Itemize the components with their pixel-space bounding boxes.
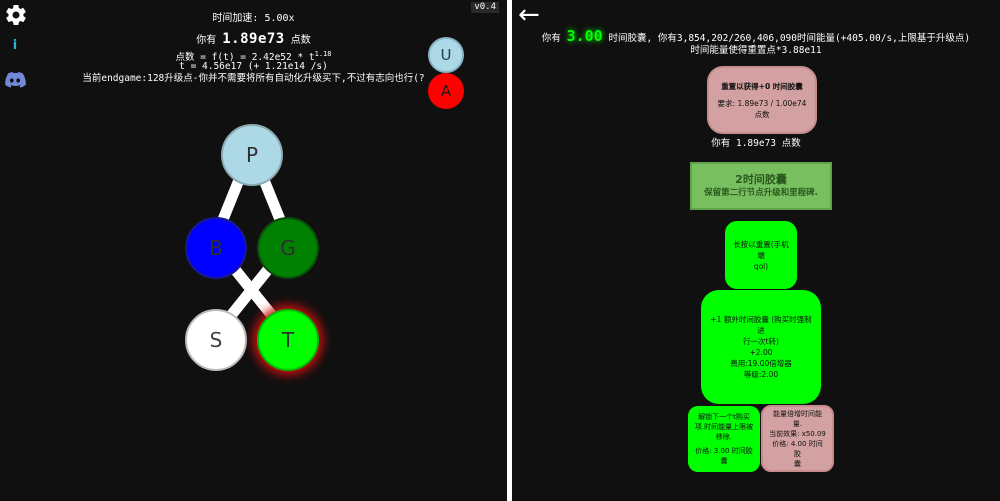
energy-line-1: 能量倍增时间能量.: [773, 409, 822, 428]
milestone-desc: 保留第二行节点升级和里程碑.: [704, 188, 818, 198]
milestone-title: 2时间胶囊: [735, 173, 787, 186]
capsule-prefix: 你有: [541, 33, 567, 44]
tree-connectors: [216, 167, 287, 322]
energy-line-4: 囊: [794, 459, 801, 468]
energy-upgrade[interactable]: 能量倍增时间能量. 当前效果: x50.09 价格: 4.00 时间胶 囊: [761, 405, 834, 472]
layer-node-s[interactable]: S: [185, 309, 247, 371]
reset-unit: 点数: [754, 109, 770, 119]
extra-line-5: 等级:2.00: [743, 370, 779, 379]
unlock-line-1: 解锁下一个t购买: [698, 413, 750, 421]
back-button[interactable]: ←: [518, 0, 540, 30]
reset-title: 重置以获得+0 时间胶囊: [721, 81, 803, 91]
hold-line-2: qol): [753, 261, 769, 271]
extra-line-4: 费用:19.00倍增器: [730, 359, 792, 368]
layer-pane: ← 你有 3.00 时间胶囊, 你有3,854,202/260,406,090时…: [512, 0, 1000, 501]
unlock-line-4: 价格: 3.00 时间胶: [695, 447, 753, 455]
unlock-line-2: 项.时间能量上限被: [694, 423, 754, 431]
unlock-line-3: 移除.: [715, 433, 733, 441]
layer-node-b[interactable]: B: [185, 217, 247, 279]
extra-capsule-buyable[interactable]: +1 额外时间胶囊 (购买时强制进 行一次t转) +2.00 费用:19.00倍…: [701, 290, 821, 404]
unlock-line-5: 囊: [720, 457, 728, 465]
reset-boost-line: 时间能量使得重置点*3.88e11: [690, 45, 822, 56]
capsule-value: 3.00: [566, 27, 603, 45]
extra-line-1: +1 额外时间胶囊 (购买时强制进: [710, 315, 812, 335]
hold-reset-button[interactable]: 长按以重置(手机端 qol): [725, 221, 797, 289]
extra-line-2: 行一次t转): [743, 337, 779, 346]
layer-node-t[interactable]: T: [257, 309, 319, 371]
energy-line-3: 价格: 4.00 时间胶: [772, 439, 823, 458]
layer-node-g[interactable]: G: [257, 217, 319, 279]
reset-button[interactable]: 重置以获得+0 时间胶囊 要求: 1.89e73 / 1.00e74 点数: [707, 66, 817, 134]
points-line: 你有 1.89e73 点数: [711, 138, 801, 149]
hold-line-1: 长按以重置(手机端: [733, 239, 789, 260]
extra-line-3: +2.00: [749, 348, 773, 357]
capsule-suffix: 时间胶囊, 你有3,854,202/260,406,090时间能量(+405.0…: [602, 33, 971, 44]
energy-line-2: 当前效果: x50.09: [769, 429, 826, 438]
layer-node-p[interactable]: P: [221, 124, 283, 186]
milestone-capsule-2: 2时间胶囊 保留第二行节点升级和里程碑.: [690, 162, 832, 210]
unlock-upgrade[interactable]: 解锁下一个t购买 项.时间能量上限被 移除. 价格: 3.00 时间胶 囊: [688, 406, 760, 472]
tree-pane: i v0.4 时间加速: 5.00x 你有 1.89e73 点数 点数 = f(…: [0, 0, 507, 501]
reset-requirement: 要求: 1.89e73 / 1.00e74: [717, 98, 807, 108]
